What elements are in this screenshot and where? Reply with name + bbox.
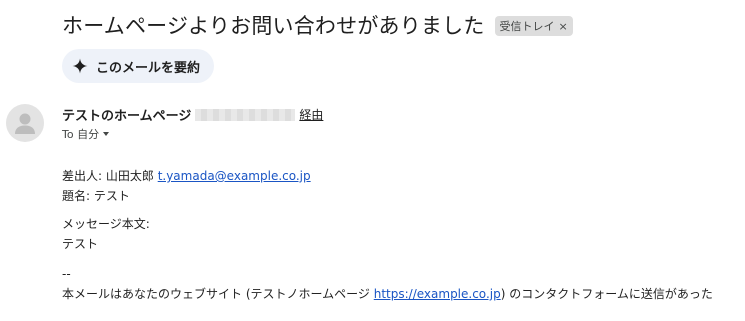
message-text: テスト: [62, 237, 99, 251]
from-label: 差出人: 山田太郎: [62, 169, 154, 183]
recipient-text: To 自分: [62, 128, 100, 141]
person-icon: [15, 113, 35, 134]
sender-name[interactable]: テストのホームページ: [62, 105, 191, 124]
summarize-email-button[interactable]: このメールを要約: [62, 49, 215, 83]
footer-suffix: ) のコンタクトフォームに送信があった: [500, 287, 713, 301]
signature-separator: --: [62, 267, 71, 281]
summarize-label: このメールを要約: [96, 60, 201, 76]
email-body: 差出人: 山田太郎 t.yamada@example.co.jp 題名: テスト…: [62, 166, 713, 304]
from-line: 差出人: 山田太郎 t.yamada@example.co.jp: [62, 166, 713, 186]
message-label: メッセージ本文:: [62, 217, 150, 231]
from-email-link[interactable]: t.yamada@example.co.jp: [158, 169, 311, 183]
via-link[interactable]: 経由: [299, 106, 323, 123]
sparkle-icon: [72, 58, 88, 74]
email-subject: ホームページよりお問い合わせがありました: [62, 14, 485, 38]
inbox-label-chip: 受信トレイ ×: [494, 16, 573, 36]
inbox-label-text: 受信トレイ: [499, 20, 555, 33]
label-remove-icon[interactable]: ×: [559, 20, 568, 33]
chevron-down-icon: [103, 132, 110, 136]
title-line: 題名: テスト: [62, 189, 130, 203]
subject-row: ホームページよりお問い合わせがありました 受信トレイ ×: [62, 10, 573, 40]
sender-row: テストのホームページ 経由: [62, 105, 323, 124]
sender-avatar[interactable]: [6, 104, 44, 142]
footer-line: 本メールはあなたのウェブサイト (テストノホームページ https://exam…: [62, 284, 713, 304]
recipient-details-toggle[interactable]: To 自分: [62, 126, 110, 142]
footer-prefix: 本メールはあなたのウェブサイト (テストノホームページ: [62, 287, 370, 301]
sender-email-redacted: [195, 108, 296, 121]
website-link[interactable]: https://example.co.jp: [374, 287, 501, 301]
